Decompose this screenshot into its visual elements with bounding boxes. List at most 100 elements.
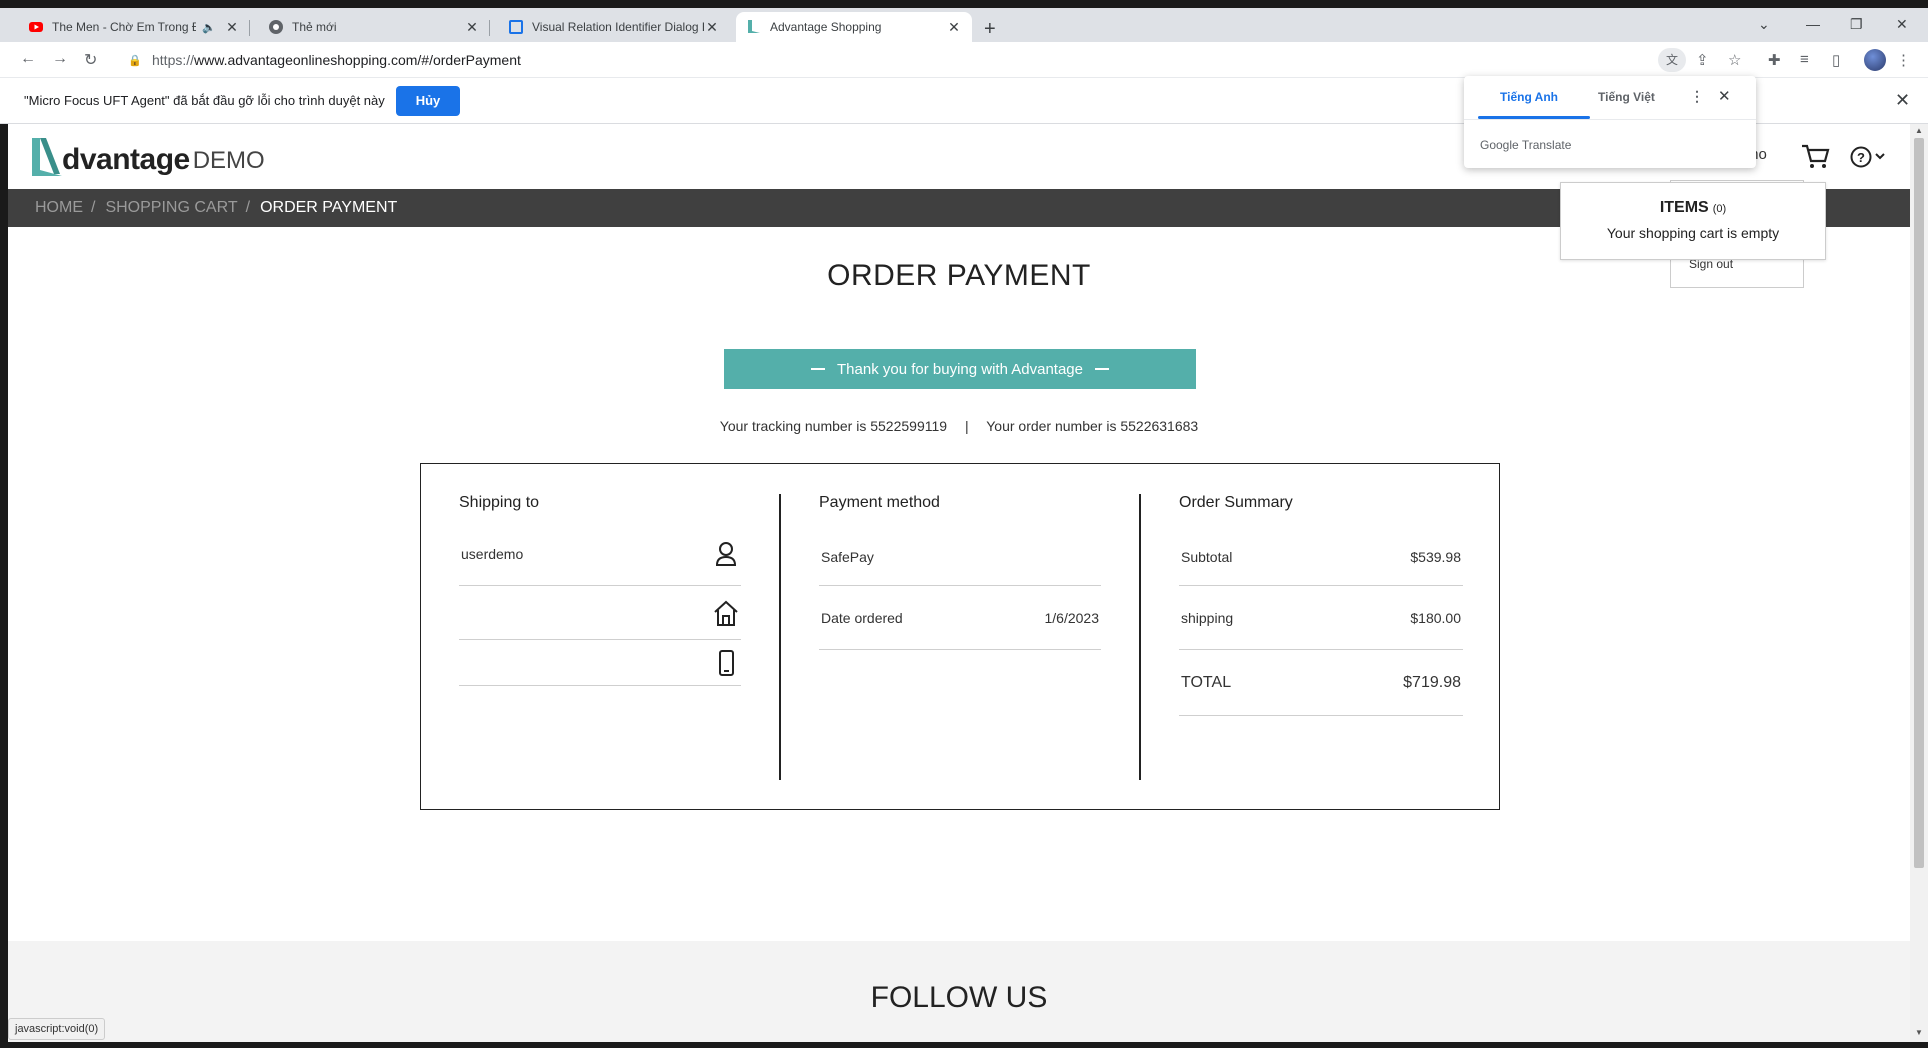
help-icon[interactable]: ? bbox=[1848, 144, 1888, 170]
url-text: www.advantageonlineshopping.com/#/orderP… bbox=[194, 52, 521, 68]
close-tab-icon[interactable]: ✕ bbox=[224, 19, 240, 36]
shipping-address-row bbox=[459, 586, 741, 640]
infobar-message: "Micro Focus UFT Agent" đã bắt đầu gỡ lỗ… bbox=[24, 93, 385, 108]
back-icon[interactable]: ← bbox=[20, 50, 36, 68]
chrome-icon bbox=[269, 20, 283, 34]
order-number: 5522631683 bbox=[1120, 418, 1199, 434]
shipping-name: userdemo bbox=[461, 545, 524, 562]
restore-button[interactable]: ❐ bbox=[1850, 16, 1863, 33]
close-window-button[interactable]: ✕ bbox=[1896, 16, 1908, 33]
url-scheme: https:// bbox=[152, 52, 195, 68]
youtube-icon bbox=[29, 22, 43, 32]
menu-kebab-icon[interactable]: ⋮ bbox=[1896, 51, 1911, 69]
tab-target-language[interactable]: Tiếng Việt bbox=[1598, 90, 1655, 104]
browser-toolbar: ← → ↻ 🔒 https://www.advantageonlineshopp… bbox=[0, 42, 1928, 78]
address-bar[interactable]: 🔒 https://www.advantageonlineshopping.co… bbox=[118, 46, 1678, 74]
lock-icon[interactable]: 🔒 bbox=[128, 54, 142, 67]
items-count: (0) bbox=[1712, 203, 1727, 215]
logo-word: dvantage bbox=[62, 143, 190, 176]
advantage-logo[interactable]: dvantage DEMO bbox=[30, 134, 265, 180]
google-translate-brand: Google Translate bbox=[1480, 138, 1571, 152]
close-tab-icon[interactable]: ✕ bbox=[464, 19, 480, 36]
avatar[interactable] bbox=[1864, 49, 1886, 71]
close-tab-icon[interactable]: ✕ bbox=[704, 19, 720, 36]
cart-icon[interactable] bbox=[1800, 142, 1830, 170]
tab-strip: The Men - Chờ Em Trong Đê 🔈 ✕ Thẻ mới ✕ … bbox=[0, 8, 1928, 42]
phone-icon bbox=[719, 649, 734, 676]
shipping-cost-value: $180.00 bbox=[1410, 609, 1461, 626]
reload-icon[interactable]: ↻ bbox=[84, 50, 97, 70]
payment-column: Payment method SafePay Date ordered 1/6/… bbox=[819, 494, 1141, 780]
translate-icon[interactable]: 文 bbox=[1658, 48, 1686, 72]
dash-decoration bbox=[811, 368, 825, 370]
scroll-up-icon[interactable]: ▲ bbox=[1915, 126, 1923, 135]
translate-options-icon[interactable]: ⋮ bbox=[1690, 88, 1704, 105]
new-tab-button[interactable]: + bbox=[984, 18, 996, 41]
tab-new[interactable]: Thẻ mới ✕ bbox=[258, 12, 490, 42]
tab-youtube[interactable]: The Men - Chờ Em Trong Đê 🔈 ✕ bbox=[18, 12, 250, 42]
status-bubble: javascript:void(0) bbox=[8, 1018, 106, 1040]
page-title: ORDER PAYMENT bbox=[827, 259, 1091, 292]
breadcrumb-separator: / bbox=[245, 199, 251, 216]
media-icon[interactable]: ≡ bbox=[1800, 51, 1809, 68]
order-label: Your order number is bbox=[986, 418, 1117, 434]
tab-title: Thẻ mới bbox=[292, 20, 337, 34]
breadcrumb-home[interactable]: HOME bbox=[35, 199, 83, 217]
tab-advantage[interactable]: Advantage Shopping ✕ bbox=[736, 12, 972, 42]
close-tab-icon[interactable]: ✕ bbox=[946, 19, 962, 36]
breadcrumb-current: ORDER PAYMENT bbox=[260, 199, 398, 216]
cart-items-heading: ITEMS (0) bbox=[1561, 199, 1825, 217]
shipping-cost-label: shipping bbox=[1181, 609, 1234, 626]
shipping-column: Shipping to userdemo bbox=[459, 494, 781, 780]
follow-us-heading: FOLLOW US bbox=[870, 981, 1048, 1014]
subtotal-value: $539.98 bbox=[1410, 548, 1461, 565]
tab-separator bbox=[249, 20, 250, 36]
side-panel-icon[interactable]: ▯ bbox=[1832, 51, 1840, 69]
cart-popup: ITEMS (0) Your shopping cart is empty bbox=[1560, 182, 1826, 260]
total-value: $719.98 bbox=[1403, 673, 1461, 691]
page-scrollbar[interactable]: ▲ ▼ bbox=[1910, 124, 1928, 1042]
close-infobar-icon[interactable]: ✕ bbox=[1895, 90, 1910, 111]
minimize-button[interactable]: — bbox=[1806, 16, 1820, 32]
tracking-number: 5522599119 bbox=[870, 418, 948, 434]
user-icon bbox=[715, 541, 737, 566]
order-summary-title: Order Summary bbox=[1179, 494, 1293, 511]
breadcrumb-shopping-cart[interactable]: SHOPPING CART bbox=[105, 199, 237, 217]
scroll-down-icon[interactable]: ▼ bbox=[1915, 1028, 1923, 1037]
translate-tabs: Tiếng Anh Tiếng Việt ⋮ ✕ bbox=[1464, 76, 1756, 120]
close-translate-icon[interactable]: ✕ bbox=[1718, 87, 1731, 105]
order-numbers: Your tracking number is 5522599119 | You… bbox=[8, 418, 1910, 434]
separator: | bbox=[964, 418, 969, 434]
tracking-label: Your tracking number is bbox=[719, 418, 867, 434]
subtotal-label: Subtotal bbox=[1181, 548, 1233, 565]
shipping-phone-row bbox=[459, 640, 741, 686]
speaker-icon[interactable]: 🔈 bbox=[202, 21, 216, 34]
tab-title: Advantage Shopping bbox=[770, 20, 882, 34]
tab-search-icon[interactable]: ⌄ bbox=[1758, 16, 1770, 33]
date-ordered-row: Date ordered 1/6/2023 bbox=[819, 586, 1101, 650]
svg-text:?: ? bbox=[1857, 150, 1865, 165]
tab-title: Visual Relation Identifier Dialog E bbox=[532, 20, 704, 34]
cancel-debug-button[interactable]: Hủy bbox=[396, 86, 460, 116]
active-tab-underline bbox=[1478, 116, 1590, 119]
thank-you-banner: Thank you for buying with Advantage bbox=[724, 349, 1196, 389]
home-icon bbox=[714, 600, 738, 626]
advantage-icon bbox=[748, 20, 760, 33]
tab-source-language[interactable]: Tiếng Anh bbox=[1500, 90, 1558, 104]
brand-translate: Translate bbox=[1521, 138, 1572, 152]
logo-a-icon bbox=[32, 138, 62, 176]
tab-separator bbox=[489, 20, 490, 36]
share-icon[interactable]: ⇪ bbox=[1696, 51, 1709, 69]
forward-icon[interactable]: → bbox=[52, 50, 68, 68]
tab-dialog[interactable]: Visual Relation Identifier Dialog E ✕ bbox=[498, 12, 730, 42]
payment-method-row: SafePay bbox=[819, 528, 1101, 586]
dash-decoration bbox=[1095, 368, 1109, 370]
star-icon[interactable]: ☆ bbox=[1728, 51, 1741, 69]
breadcrumb-separator: / bbox=[91, 199, 96, 216]
dialog-icon bbox=[509, 20, 523, 34]
tab-title: The Men - Chờ Em Trong Đê bbox=[52, 20, 197, 34]
extensions-icon[interactable]: ✚ bbox=[1768, 51, 1781, 69]
scrollbar-thumb[interactable] bbox=[1914, 138, 1924, 868]
order-details-box: Shipping to userdemo Payment method Safe… bbox=[420, 463, 1500, 810]
subtotal-row: Subtotal $539.98 bbox=[1179, 528, 1463, 586]
